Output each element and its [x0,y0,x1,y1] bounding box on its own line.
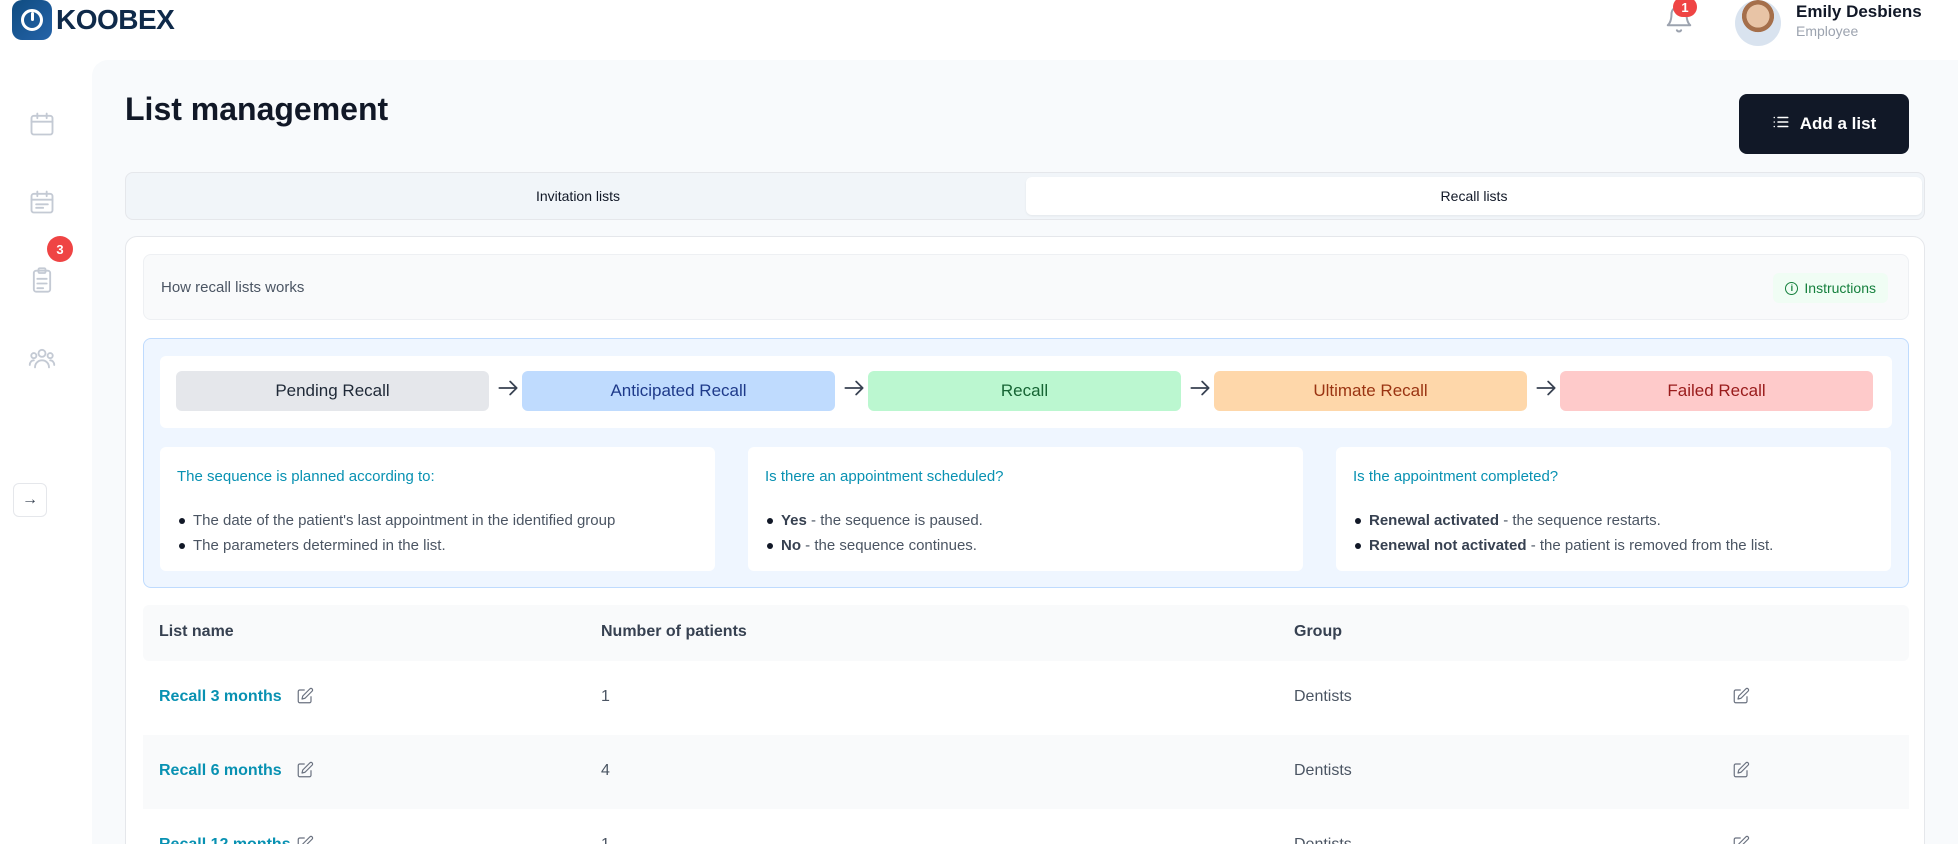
step-pending-recall: Pending Recall [176,371,489,411]
column-number-of-patients: Number of patients [601,623,747,640]
arrow-right-icon [1533,375,1561,405]
instructions-button[interactable]: i Instructions [1773,273,1888,303]
main-content: List management Add a list Invitation li… [92,60,1958,844]
add-list-button[interactable]: Add a list [1739,94,1909,154]
info-item: The parameters determined in the list. [177,533,615,558]
clipboard-icon[interactable] [28,266,60,298]
sidebar: 3 → [0,60,92,844]
info-card-sequence-planned: The sequence is planned according to: Th… [160,447,715,571]
patient-count: 1 [601,836,610,844]
list-name-link[interactable]: Recall 6 months [159,762,282,780]
edit-icon[interactable] [1732,835,1752,844]
info-list: Yes - the sequence is paused. No - the s… [765,508,983,558]
column-list-name: List name [159,623,234,640]
info-item: No - the sequence continues. [765,533,983,558]
recall-card: How recall lists works i Instructions Pe… [125,236,1925,844]
table-row: Recall 12 months 1 Dentists [143,809,1909,844]
step-anticipated-recall: Anticipated Recall [522,371,835,411]
rename-list-icon[interactable] [296,835,316,844]
info-item: The date of the patient's last appointme… [177,508,615,533]
arrow-right-icon: → [22,491,38,508]
info-card-appointment-scheduled: Is there an appointment scheduled? Yes -… [748,447,1303,571]
table-header: List name Number of patients Group [143,605,1909,661]
tab-invitation-lists[interactable]: Invitation lists [130,177,1026,215]
sequence-row: Pending Recall Anticipated Recall Recall… [160,356,1892,428]
column-group: Group [1294,623,1342,640]
group-value: Dentists [1294,688,1352,705]
add-list-label: Add a list [1799,114,1877,133]
page-title: List management [125,91,389,127]
info-list: The date of the patient's last appointme… [177,508,615,558]
sidebar-toggle-button[interactable]: → [13,483,47,517]
users-icon[interactable] [28,344,60,376]
rename-list-icon[interactable] [296,687,316,707]
logo-clock-icon [12,0,52,40]
koobex-logo[interactable]: KOOBEX [12,0,175,40]
calendar-list-icon[interactable] [28,188,60,220]
top-bar: KOOBEX 1 Emily Desbiens Employee [0,0,1958,60]
logo-text: KOOBEX [56,4,175,35]
edit-icon[interactable] [1732,687,1752,707]
list-icon [1772,113,1790,136]
table-row: Recall 6 months 4 Dentists [143,735,1909,809]
step-ultimate-recall: Ultimate Recall [1214,371,1527,411]
step-failed-recall: Failed Recall [1560,371,1873,411]
patient-count: 1 [601,688,610,705]
info-list: Renewal activated - the sequence restart… [1353,508,1773,558]
howto-title: How recall lists works [161,279,305,296]
recall-sequence-panel: Pending Recall Anticipated Recall Recall… [143,338,1909,588]
info-item: Renewal activated - the sequence restart… [1353,508,1773,533]
info-card-title: Is there an appointment scheduled? [765,468,1004,485]
step-recall: Recall [868,371,1181,411]
info-item: Renewal not activated - the patient is r… [1353,533,1773,558]
avatar[interactable] [1735,0,1781,46]
arrow-right-icon [1187,375,1215,405]
patient-count: 4 [601,762,610,779]
calendar-icon[interactable] [28,110,60,142]
info-card-appointment-completed: Is the appointment completed? Renewal ac… [1336,447,1891,571]
info-icon: i [1785,281,1799,295]
group-value: Dentists [1294,836,1352,844]
notification-badge: 1 [1673,0,1697,17]
arrow-right-icon [841,375,869,405]
info-card-title: Is the appointment completed? [1353,468,1559,485]
arrow-right-icon [495,375,523,405]
list-name-link[interactable]: Recall 3 months [159,688,282,706]
edit-icon[interactable] [1732,761,1752,781]
sidebar-badge: 3 [47,236,73,262]
group-value: Dentists [1294,762,1352,779]
rename-list-icon[interactable] [296,761,316,781]
info-item: Yes - the sequence is paused. [765,508,983,533]
instructions-label: Instructions [1804,280,1876,296]
user-name: Emily Desbiens [1796,2,1922,21]
table-row: Recall 3 months 1 Dentists [143,661,1909,735]
howto-panel[interactable]: How recall lists works i Instructions [143,254,1909,320]
tab-recall-lists[interactable]: Recall lists [1026,177,1922,215]
list-name-link[interactable]: Recall 12 months [159,836,291,844]
list-tabs: Invitation lists Recall lists [125,172,1925,220]
user-role: Employee [1796,23,1859,39]
info-card-title: The sequence is planned according to: [177,468,435,485]
